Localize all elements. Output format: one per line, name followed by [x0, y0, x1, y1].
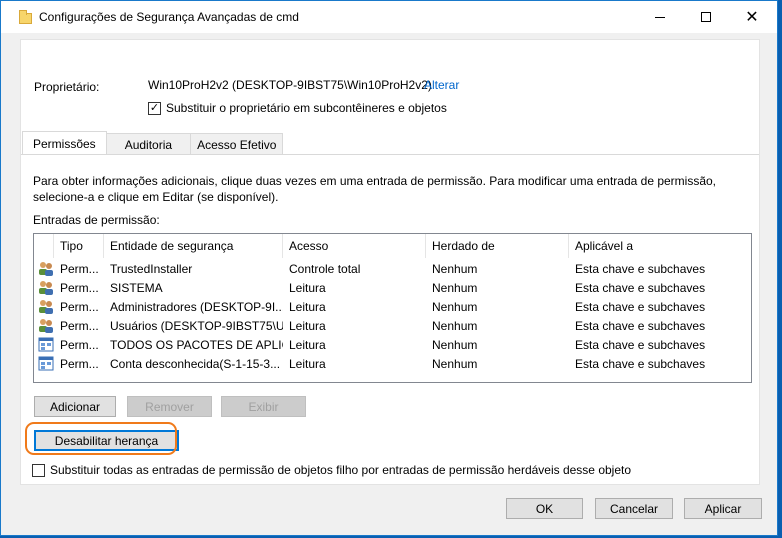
cell-principal: Usuários (DESKTOP-9IBST75\U...	[110, 318, 283, 333]
maximize-icon	[701, 12, 711, 22]
users-icon	[39, 281, 53, 295]
app-package-icon	[38, 337, 54, 352]
replace-owner-option[interactable]: ✓ Substituir o proprietário em subcontêi…	[148, 101, 447, 115]
owner-value: Win10ProH2v2 (DESKTOP-9IBST75\Win10ProH2…	[148, 78, 432, 92]
column-header-icon	[34, 234, 54, 258]
close-icon: ✕	[745, 9, 759, 26]
cell-access: Leitura	[289, 299, 326, 314]
list-header: Tipo Entidade de segurança Acesso Herdad…	[34, 234, 751, 258]
description-line-1: Para obter informações adicionais, cliqu…	[33, 174, 717, 188]
permissions-description: Para obter informações adicionais, cliqu…	[33, 173, 733, 205]
maximize-button[interactable]	[683, 1, 729, 33]
cancel-button[interactable]: Cancelar	[595, 498, 673, 519]
permission-entries-list[interactable]: Tipo Entidade de segurança Acesso Herdad…	[33, 233, 752, 383]
table-row[interactable]: Perm... Administradores (DESKTOP-9I... L…	[34, 297, 751, 316]
replace-child-permissions-checkbox[interactable]	[32, 463, 45, 477]
tab-strip: Permissões Auditoria Acesso Efetivo	[22, 131, 284, 155]
view-button[interactable]: Exibir	[221, 396, 306, 417]
table-row[interactable]: Perm... Usuários (DESKTOP-9IBST75\U... L…	[34, 316, 751, 335]
minimize-button[interactable]	[637, 1, 683, 33]
tab-permissions[interactable]: Permissões	[22, 131, 107, 155]
table-row[interactable]: Perm... TODOS OS PACOTES DE APLIC... Lei…	[34, 335, 751, 354]
remove-button[interactable]: Remover	[127, 396, 212, 417]
cell-applies-to: Esta chave e subchaves	[575, 261, 706, 276]
table-row[interactable]: Perm... Conta desconhecida(S-1-15-3... L…	[34, 354, 751, 373]
folder-icon	[19, 10, 32, 24]
highlight-annotation	[25, 422, 177, 455]
main-panel: Proprietário: Win10ProH2v2 (DESKTOP-9IBS…	[20, 39, 760, 485]
cell-type: Perm...	[60, 318, 99, 333]
replace-owner-label: Substituir o proprietário em subcontêine…	[166, 101, 447, 115]
window-title: Configurações de Segurança Avançadas de …	[39, 10, 299, 24]
table-row[interactable]: Perm... TrustedInstaller Controle total …	[34, 259, 751, 278]
column-header-principal[interactable]: Entidade de segurança	[104, 234, 283, 258]
column-header-type[interactable]: Tipo	[54, 234, 104, 258]
cell-applies-to: Esta chave e subchaves	[575, 337, 706, 352]
cell-applies-to: Esta chave e subchaves	[575, 299, 706, 314]
cell-principal: TrustedInstaller	[110, 261, 193, 276]
ok-button[interactable]: OK	[506, 498, 583, 519]
cell-access: Controle total	[289, 261, 361, 276]
cell-applies-to: Esta chave e subchaves	[575, 318, 706, 333]
cell-principal: Administradores (DESKTOP-9I...	[110, 299, 283, 314]
cell-applies-to: Esta chave e subchaves	[575, 280, 706, 295]
cell-type: Perm...	[60, 261, 99, 276]
security-dialog-window: Configurações de Segurança Avançadas de …	[0, 0, 778, 536]
cell-inherited: Nenhum	[432, 318, 478, 333]
cell-access: Leitura	[289, 280, 326, 295]
description-line-2: selecione-a e clique em Editar (se dispo…	[33, 190, 279, 204]
apply-button[interactable]: Aplicar	[684, 498, 762, 519]
cell-principal: TODOS OS PACOTES DE APLIC...	[110, 337, 283, 352]
cell-access: Leitura	[289, 318, 326, 333]
permission-entries-label: Entradas de permissão:	[33, 213, 160, 227]
cell-principal: Conta desconhecida(S-1-15-3...	[110, 356, 281, 371]
cell-principal: SISTEMA	[110, 280, 163, 295]
replace-child-permissions-label: Substituir todas as entradas de permissã…	[50, 463, 632, 477]
users-icon	[39, 262, 53, 276]
tab-auditing[interactable]: Auditoria	[105, 133, 192, 155]
title-bar[interactable]: Configurações de Segurança Avançadas de …	[1, 1, 777, 33]
minimize-icon	[655, 16, 665, 18]
table-row[interactable]: Perm... SISTEMA Leitura Nenhum Esta chav…	[34, 278, 751, 297]
cell-access: Leitura	[289, 337, 326, 352]
column-header-applies-to[interactable]: Aplicável a	[569, 234, 751, 258]
cell-applies-to: Esta chave e subchaves	[575, 356, 706, 371]
add-button[interactable]: Adicionar	[34, 396, 116, 417]
column-header-inherited[interactable]: Herdado de	[426, 234, 569, 258]
replace-child-permissions-option[interactable]: Substituir todas as entradas de permissã…	[32, 463, 631, 477]
column-header-access[interactable]: Acesso	[283, 234, 426, 258]
users-icon	[39, 300, 53, 314]
users-icon	[39, 319, 53, 333]
replace-owner-checkbox[interactable]: ✓	[148, 101, 161, 115]
cell-inherited: Nenhum	[432, 337, 478, 352]
cell-type: Perm...	[60, 337, 99, 352]
cell-inherited: Nenhum	[432, 280, 478, 295]
cell-access: Leitura	[289, 356, 326, 371]
cell-inherited: Nenhum	[432, 299, 478, 314]
change-owner-link[interactable]: Alterar	[424, 78, 459, 92]
cell-inherited: Nenhum	[432, 356, 478, 371]
cell-inherited: Nenhum	[432, 261, 478, 276]
close-button[interactable]: ✕	[729, 1, 775, 33]
cell-type: Perm...	[60, 280, 99, 295]
app-package-icon	[38, 356, 54, 371]
tab-effective-access[interactable]: Acesso Efetivo	[190, 133, 284, 155]
cell-type: Perm...	[60, 299, 99, 314]
cell-type: Perm...	[60, 356, 99, 371]
owner-label: Proprietário:	[34, 80, 100, 94]
